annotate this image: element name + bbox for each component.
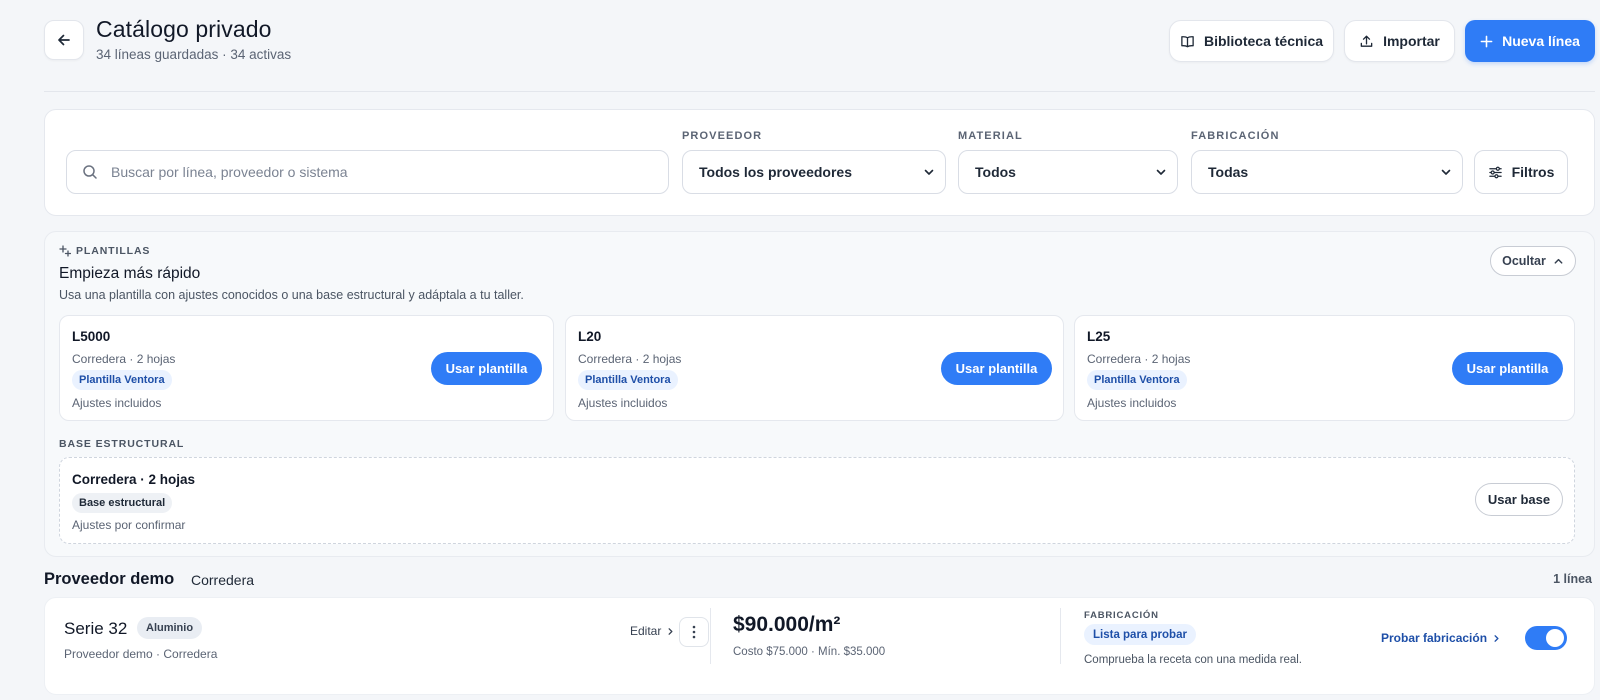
page-title: Catálogo privado	[96, 16, 272, 42]
template-meta: Corredera · 2 hojas	[1087, 352, 1191, 366]
base-name: Corredera · 2 hojas	[72, 472, 196, 487]
template-badge: Plantilla Ventora	[578, 370, 678, 390]
page-subtitle: 34 líneas guardadas · 34 activas	[96, 47, 292, 62]
filters-button[interactable]: Filtros	[1474, 150, 1568, 194]
material-badge: Aluminio	[137, 617, 203, 639]
templates-section-header: PLANTILLAS	[59, 245, 150, 257]
column-divider	[1060, 608, 1061, 664]
use-template-button[interactable]: Usar plantilla	[941, 352, 1052, 385]
fabrication-filter-label: FABRICACIÓN	[1191, 130, 1280, 142]
column-divider	[710, 608, 711, 664]
supplier-group-title: Proveedor demo	[44, 570, 175, 588]
template-card: L25 Corredera · 2 hojas Plantilla Ventor…	[1074, 315, 1575, 421]
template-name: L20	[578, 329, 602, 344]
template-card: L20 Corredera · 2 hojas Plantilla Ventor…	[565, 315, 1064, 421]
arrow-left-icon	[56, 32, 72, 48]
line-options-button[interactable]	[679, 617, 709, 647]
template-name: L5000	[72, 329, 111, 344]
sliders-icon	[1488, 165, 1503, 180]
try-fabrication-label: Probar fabricación	[1381, 631, 1488, 645]
template-meta: Corredera · 2 hojas	[578, 352, 682, 366]
edit-line-label: Editar	[630, 624, 662, 638]
header-divider	[44, 91, 1595, 92]
technical-library-label: Biblioteca técnica	[1203, 33, 1324, 49]
template-footer: Ajustes incluidos	[72, 396, 162, 410]
back-button[interactable]	[44, 20, 84, 60]
try-fabrication-link[interactable]: Probar fabricación	[1381, 631, 1501, 645]
book-open-icon	[1180, 34, 1195, 49]
fabrication-status-badge: Lista para probar	[1084, 624, 1196, 645]
line-meta: Proveedor demo · Corredera	[64, 647, 218, 661]
plus-icon	[1480, 35, 1493, 48]
supplier-group-system: Corredera	[191, 572, 255, 588]
line-cost-detail: Costo $75.000 · Mín. $35.000	[733, 646, 886, 658]
search-input[interactable]	[111, 164, 651, 180]
chevron-right-icon	[1492, 634, 1501, 643]
base-badge: Base estructural	[72, 493, 173, 513]
material-select-value: Todos	[975, 164, 1016, 180]
import-button[interactable]: Importar	[1344, 20, 1455, 62]
template-card: L5000 Corredera · 2 hojas Plantilla Vent…	[59, 315, 554, 421]
supplier-group-count: 1 línea	[1553, 572, 1592, 586]
template-badge: Plantilla Ventora	[72, 370, 172, 390]
search-icon	[82, 164, 98, 180]
template-footer: Ajustes incluidos	[1087, 396, 1177, 410]
hide-templates-label: Ocultar	[1502, 254, 1546, 268]
material-filter-label: MATERIAL	[958, 130, 1023, 142]
search-field[interactable]	[66, 150, 669, 194]
structural-base-card: Corredera · 2 hojas Base estructural Aju…	[59, 457, 1575, 544]
use-base-button[interactable]: Usar base	[1475, 483, 1563, 516]
new-line-label: Nueva línea	[1502, 33, 1580, 49]
chevron-down-icon	[1155, 166, 1167, 178]
chevron-right-icon	[666, 627, 675, 636]
line-name: Serie 32	[64, 619, 128, 638]
base-footer: Ajustes por confirmar	[72, 518, 186, 532]
template-meta: Corredera · 2 hojas	[72, 352, 176, 366]
hide-templates-button[interactable]: Ocultar	[1490, 246, 1576, 276]
fabrication-select[interactable]: Todas	[1191, 150, 1463, 194]
sparkles-icon	[59, 245, 71, 257]
line-price: $90.000/m²	[733, 613, 841, 636]
fabrication-description: Comprueba la receta con una medida real.	[1084, 654, 1302, 666]
toggle-knob	[1546, 629, 1564, 647]
chevron-up-icon	[1553, 256, 1564, 267]
use-template-button[interactable]: Usar plantilla	[1452, 352, 1563, 385]
new-line-button[interactable]: Nueva línea	[1465, 20, 1595, 62]
templates-description: Usa una plantilla con ajustes conocidos …	[59, 288, 524, 302]
supplier-select-value: Todos los proveedores	[699, 164, 852, 180]
base-section-label: BASE ESTRUCTURAL	[59, 438, 185, 450]
use-template-button[interactable]: Usar plantilla	[431, 352, 542, 385]
supplier-select[interactable]: Todos los proveedores	[682, 150, 946, 194]
fabrication-label: FABRICACIÓN	[1084, 610, 1159, 621]
import-label: Importar	[1383, 33, 1440, 49]
material-select[interactable]: Todos	[958, 150, 1178, 194]
fabrication-select-value: Todas	[1208, 164, 1249, 180]
edit-line-link[interactable]: Editar	[630, 624, 675, 638]
template-name: L25	[1087, 329, 1111, 344]
supplier-filter-label: PROVEEDOR	[682, 130, 763, 142]
chevron-down-icon	[923, 166, 935, 178]
template-badge: Plantilla Ventora	[1087, 370, 1187, 390]
filters-label: Filtros	[1511, 164, 1555, 180]
more-vertical-icon	[692, 625, 696, 639]
chevron-down-icon	[1440, 166, 1452, 178]
technical-library-button[interactable]: Biblioteca técnica	[1169, 20, 1334, 62]
templates-title: Empieza más rápido	[59, 265, 201, 282]
upload-icon	[1359, 34, 1374, 49]
template-footer: Ajustes incluidos	[578, 396, 668, 410]
line-active-toggle[interactable]	[1525, 626, 1567, 650]
templates-section-label: PLANTILLAS	[76, 245, 151, 257]
